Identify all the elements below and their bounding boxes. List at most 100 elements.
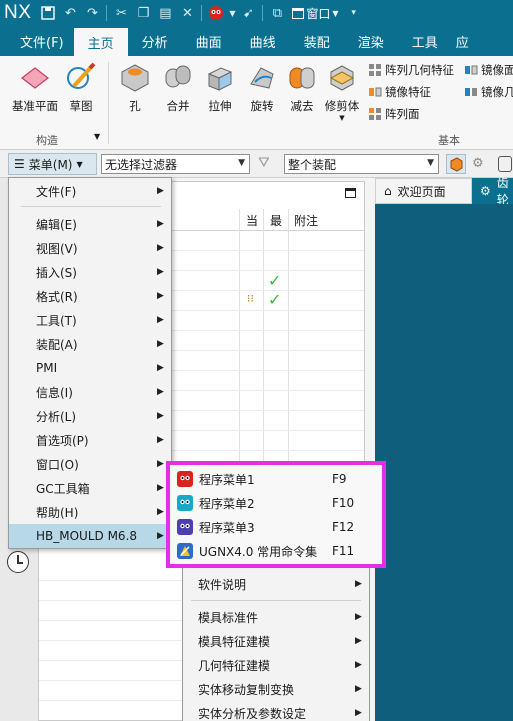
menu-item-label: 工具(T) [36,313,77,328]
menu-item-ugnx-common-commands[interactable]: UGNX4.0 常用命令集 F11 [169,539,383,563]
cut-icon[interactable]: ✂ [110,2,132,24]
menu-item-label: 软件说明 [198,577,247,592]
sketch-button[interactable]: 草图 [64,60,98,114]
menu-item-window[interactable]: 窗口(O) ▶ [9,452,171,476]
menu-item-format[interactable]: 格式(R) ▶ [9,284,171,308]
tab-gear-part[interactable]: ⚙ 齿轮 [472,176,513,207]
menu-item-label: 格式(R) [36,289,78,304]
filter-icon[interactable]: ⛛ [258,155,270,171]
tab-app[interactable]: 应 [452,26,473,56]
trim-body-button[interactable]: 修剪体 ▼ [322,60,362,122]
menu-item-file[interactable]: 文件(F) ▶ [9,179,171,203]
menu-item-label: GC工具箱 [36,481,90,496]
tab-tools[interactable]: 工具 [398,26,452,56]
hamburger-icon: ☰ [14,157,25,171]
assembly-scope-value: 整个装配 [288,157,337,172]
chevron-down-icon: ▼ [76,159,83,169]
tab-analysis[interactable]: 分析 [128,26,182,56]
unite-label: 合并 [166,99,190,113]
menu-separator [191,600,361,601]
type-filter-select[interactable]: 无选择过滤器 ▼ [101,154,250,174]
menu-item-information[interactable]: 信息(I) ▶ [9,380,171,404]
unite-button[interactable]: 合并 [160,60,196,114]
pattern-geometry-button[interactable]: 阵列几何特征 [368,62,454,78]
menu-item-geometry-feature-modeling[interactable]: 几何特征建模 ▶ [183,653,369,677]
save-icon[interactable] [37,2,59,24]
component-select-icon[interactable]: ⚙ [472,156,484,171]
pattern-face-button[interactable]: 阵列面 [368,106,420,122]
tab-welcome-label: 欢迎页面 [397,184,446,199]
paste-icon[interactable]: ▤ [154,2,176,24]
menu-item-pmi[interactable]: PMI ▶ [9,356,171,380]
menu-item-label: 文件(F) [36,184,77,199]
construct-group-arrow-icon[interactable]: ▼ [94,132,100,141]
menu-item-tools[interactable]: 工具(T) ▶ [9,308,171,332]
mirror-feature-button[interactable]: 镜像特征 [368,84,431,100]
ribbon: 基准平面 草图 构造 ▼ 孔 合并 拉伸 旋转 减去 修剪体 ▼ 阵列几何特征 … [0,56,513,150]
menu-item-program-menu-1[interactable]: 程序菜单1 F9 [169,467,383,491]
revolve-button[interactable]: 旋转 [244,60,280,114]
menu-item-software-info[interactable]: 软件说明 ▶ [183,572,369,596]
menu-item-analysis[interactable]: 分析(L) ▶ [9,404,171,428]
pattern-face-label: 阵列面 [385,107,420,121]
menu-item-label: 分析(L) [36,409,77,424]
chevron-down-icon: ▼ [332,8,339,18]
switch-window-icon[interactable]: ⧉ [266,2,288,24]
assembly-scope-select[interactable]: 整个装配 ▼ [284,154,439,174]
subtract-button[interactable]: 减去 [284,60,320,114]
mirror-face-button[interactable]: 镜像面 [464,62,513,78]
menu-item-program-menu-2[interactable]: 程序菜单2 F10 [169,491,383,515]
menu-item-insert[interactable]: 插入(S) ▶ [9,260,171,284]
extrude-button[interactable]: 拉伸 [202,60,238,114]
column-current[interactable]: 当 [246,212,258,229]
tab-assembly[interactable]: 装配 [290,26,344,56]
submenu-arrow-icon: ▶ [355,636,362,646]
menu-item-solid-move-copy[interactable]: 实体移动复制变换 ▶ [183,677,369,701]
menu-item-help[interactable]: 帮助(H) ▶ [9,500,171,524]
tab-welcome-page[interactable]: ⌂ 欢迎页面 [375,178,472,204]
menu-item-preferences[interactable]: 首选项(P) ▶ [9,428,171,452]
undo-icon[interactable]: ↶ [59,2,81,24]
menu-item-edit[interactable]: 编辑(E) ▶ [9,212,171,236]
menu-item-program-menu-3[interactable]: 程序菜单3 F12 [169,515,383,539]
window-dropdown[interactable]: 窗口 ▼ [288,5,342,22]
body-select-icon[interactable] [498,156,512,172]
pattern-geometry-icon [369,64,381,76]
dropdown-arrow-icon[interactable]: ▼ [227,2,237,24]
column-latest[interactable]: 最 [270,212,282,229]
hole-icon [121,64,149,92]
copy-icon[interactable]: ❐ [132,2,154,24]
tab-file[interactable]: 文件(F) [0,26,74,56]
menu-item-solid-analysis[interactable]: 实体分析及参数设定 ▶ [183,701,369,721]
command-finder-icon[interactable]: ➹ [237,2,259,24]
customize-arrow-icon[interactable]: ▾ [343,2,365,24]
mirror-geometry-button[interactable]: 镜像几 [464,84,513,100]
tab-render[interactable]: 渲染 [344,26,398,56]
column-notes[interactable]: 附注 [294,212,318,229]
maximize-icon[interactable] [345,188,356,198]
history-clock-icon[interactable] [7,551,29,573]
menu-item-assembly[interactable]: 装配(A) ▶ [9,332,171,356]
menu-item-mold-feature-modeling[interactable]: 模具特征建模 ▶ [183,629,369,653]
menu-item-label: 视图(V) [36,241,78,256]
menu-item-view[interactable]: 视图(V) ▶ [9,236,171,260]
hole-button[interactable]: 孔 [118,60,152,114]
yin-yang-plugin-icon[interactable] [205,2,227,24]
menu-button[interactable]: ☰ 菜单(M) ▼ [8,153,97,175]
graphics-window[interactable] [375,204,513,721]
datum-plane-button[interactable]: 基准平面 [8,60,62,114]
menu-item-hb-mould[interactable]: HB_MOULD M6.8 ▶ [9,524,171,548]
submenu-arrow-icon: ▶ [157,243,164,253]
yin-yang-red-icon [177,471,193,487]
menu-item-mold-standard-parts[interactable]: 模具标准件 ▶ [183,605,369,629]
tab-surface[interactable]: 曲面 [182,26,236,56]
tab-curve[interactable]: 曲线 [236,26,290,56]
menu-item-label: 实体分析及参数设定 [198,706,307,721]
select-feature-icon[interactable] [446,154,466,174]
redo-icon[interactable]: ↷ [81,2,103,24]
basic-group-label: 基本 [438,134,460,147]
menu-item-gc-toolkit[interactable]: GC工具箱 ▶ [9,476,171,500]
sketch-icon [67,62,96,89]
delete-icon[interactable]: ✕ [176,2,198,24]
tab-home[interactable]: 主页 [73,28,128,56]
